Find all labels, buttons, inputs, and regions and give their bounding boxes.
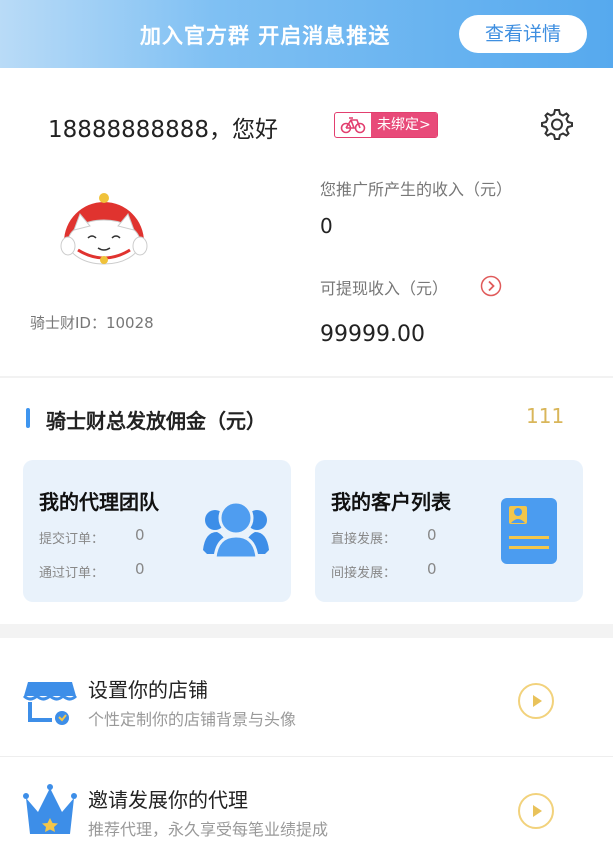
direct-development-label: 直接发展： — [331, 532, 397, 547]
row-divider — [0, 756, 613, 757]
play-circle-icon[interactable] — [517, 682, 555, 720]
direct-development-value: 0 — [427, 526, 437, 544]
setup-shop-subtitle: 个性定制你的店铺背景与头像 — [88, 710, 297, 729]
gear-icon[interactable] — [538, 106, 574, 142]
agent-team-card[interactable]: 我的代理团队 提交订单： 0 通过订单： 0 — [23, 460, 291, 602]
withdraw-income-value: 99999.00 — [320, 322, 425, 347]
client-list-card[interactable]: 我的客户列表 直接发展： 0 间接发展： 0 — [315, 460, 583, 602]
commission-value: 111 — [526, 404, 565, 428]
bind-status-label: 未绑定> — [371, 113, 437, 137]
promo-income-label: 您推广所产生的收入（元） — [320, 180, 513, 199]
card-title: 我的代理团队 — [39, 490, 159, 514]
promo-income-value: 0 — [320, 214, 333, 238]
bicycle-icon — [335, 113, 371, 137]
indirect-development-label: 间接发展： — [331, 566, 397, 581]
rider-id: 骑士财ID：10028 — [30, 314, 154, 332]
contact-card-icon — [499, 496, 559, 570]
commission-title: 骑士财总发放佣金（元） — [46, 409, 266, 433]
bind-status-badge[interactable]: 未绑定> — [334, 112, 438, 138]
invite-agent-subtitle: 推荐代理，永久享受每笔业绩提成 — [88, 820, 329, 839]
invite-agent-title: 邀请发展你的代理 — [88, 788, 248, 812]
banner-text: 加入官方群 开启消息推送 — [140, 24, 391, 48]
section-accent-bar — [26, 408, 30, 428]
invite-agent-row[interactable]: 邀请发展你的代理 推荐代理，永久享受每笔业绩提成 — [0, 770, 613, 847]
setup-shop-row[interactable]: 设置你的店铺 个性定制你的店铺背景与头像 — [0, 660, 613, 760]
setup-shop-title: 设置你的店铺 — [88, 678, 208, 702]
approved-orders-value: 0 — [135, 560, 145, 578]
withdraw-income-label: 可提现收入（元） — [320, 279, 449, 298]
card-title: 我的客户列表 — [331, 490, 451, 514]
top-banner: 加入官方群 开启消息推送 查看详情 — [0, 0, 613, 68]
submitted-orders-value: 0 — [135, 526, 145, 544]
avatar — [52, 184, 156, 274]
section-divider — [0, 376, 613, 378]
submitted-orders-label: 提交订单： — [39, 532, 105, 547]
view-details-button[interactable]: 查看详情 — [459, 15, 587, 53]
storefront-icon — [22, 672, 78, 732]
play-circle-icon[interactable] — [517, 792, 555, 830]
greeting-text: 18888888888，您好 — [48, 117, 278, 143]
crown-icon — [22, 782, 78, 846]
indirect-development-value: 0 — [427, 560, 437, 578]
approved-orders-label: 通过订单： — [39, 566, 105, 581]
chevron-right-circle-icon[interactable] — [480, 275, 502, 297]
users-icon — [201, 496, 271, 564]
section-divider — [0, 624, 613, 638]
